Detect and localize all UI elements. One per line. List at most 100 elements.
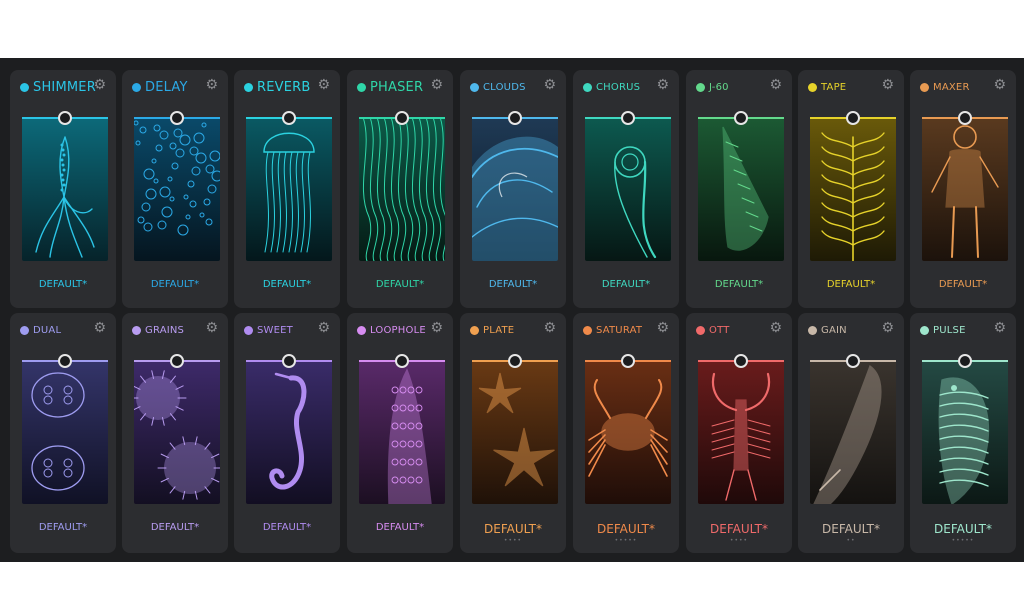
preset-name[interactable]: DEFAULT* bbox=[234, 522, 340, 533]
power-toggle[interactable] bbox=[20, 325, 29, 335]
seaweed-icon bbox=[810, 117, 896, 261]
preset-name[interactable]: DEFAULT* bbox=[122, 279, 228, 290]
preset-name[interactable]: DEFAULT* bbox=[460, 279, 566, 290]
power-toggle[interactable] bbox=[20, 82, 29, 92]
gear-icon[interactable]: ⚙ bbox=[881, 78, 894, 92]
gear-icon[interactable]: ⚙ bbox=[317, 321, 330, 335]
plugin-card-ott[interactable]: OTT ⚙ DEFAULT* •••• bbox=[686, 313, 792, 553]
mix-slider-knob[interactable] bbox=[170, 111, 184, 125]
mix-slider-knob[interactable] bbox=[958, 111, 972, 125]
plugin-card-reverb[interactable]: REVERB ⚙ DEFAULT* bbox=[234, 70, 340, 308]
preset-name[interactable]: DEFAULT* bbox=[347, 279, 453, 290]
gear-icon[interactable]: ⚙ bbox=[881, 321, 894, 335]
power-toggle[interactable] bbox=[357, 82, 366, 92]
plugin-header: DELAY bbox=[132, 79, 200, 95]
mix-slider-knob[interactable] bbox=[958, 354, 972, 368]
preset-name[interactable]: DEFAULT* bbox=[347, 522, 453, 533]
plugin-card-dual[interactable]: DUAL ⚙ DEFAULT* bbox=[10, 313, 116, 553]
mix-slider-knob[interactable] bbox=[508, 111, 522, 125]
plugin-card-tape[interactable]: TAPE ⚙ DEFAULT* bbox=[798, 70, 904, 308]
power-toggle[interactable] bbox=[132, 325, 141, 335]
preset-name[interactable]: DEFAULT* bbox=[910, 522, 1016, 536]
plugin-card-delay[interactable]: DELAY ⚙ DEFAULT* bbox=[122, 70, 228, 308]
plugin-card-pulse[interactable]: PULSE ⚙ DEFAULT* ••••• bbox=[910, 313, 1016, 553]
preset-name[interactable]: DEFAULT* bbox=[798, 522, 904, 536]
mix-slider-knob[interactable] bbox=[395, 111, 409, 125]
plugin-name: SATURAT bbox=[596, 324, 643, 336]
power-toggle[interactable] bbox=[470, 325, 479, 335]
gear-icon[interactable]: ⚙ bbox=[769, 78, 782, 92]
preset-name[interactable]: DEFAULT* bbox=[234, 279, 340, 290]
power-toggle[interactable] bbox=[808, 82, 817, 92]
plugin-card-clouds[interactable]: CLOUDS ⚙ DEFAULT* bbox=[460, 70, 566, 308]
gear-icon[interactable]: ⚙ bbox=[205, 78, 218, 92]
plugin-card-loophole[interactable]: LOOPHOLE ⚙ DEFAULT* bbox=[347, 313, 453, 553]
plugin-card-j60[interactable]: J-60 ⚙ DEFAULT* bbox=[686, 70, 792, 308]
preset-rating: ••••• bbox=[951, 537, 975, 544]
power-toggle[interactable] bbox=[244, 82, 253, 92]
mix-slider-knob[interactable] bbox=[846, 354, 860, 368]
gear-icon[interactable]: ⚙ bbox=[205, 321, 218, 335]
plugin-card-sweet[interactable]: SWEET ⚙ DEFAULT* bbox=[234, 313, 340, 553]
power-toggle[interactable] bbox=[244, 325, 253, 335]
gear-icon[interactable]: ⚙ bbox=[430, 321, 443, 335]
gear-icon[interactable]: ⚙ bbox=[543, 321, 556, 335]
gear-icon[interactable]: ⚙ bbox=[93, 321, 106, 335]
preset-name[interactable]: DEFAULT* bbox=[573, 279, 679, 290]
plugin-card-maxer[interactable]: MAXER ⚙ DEFAULT* bbox=[910, 70, 1016, 308]
preset-name[interactable]: DEFAULT* bbox=[10, 279, 116, 290]
plugin-header: REVERB bbox=[244, 79, 312, 95]
gear-icon[interactable]: ⚙ bbox=[993, 78, 1006, 92]
plugin-name: PLATE bbox=[483, 324, 515, 336]
power-toggle[interactable] bbox=[696, 325, 705, 335]
mix-slider-knob[interactable] bbox=[170, 354, 184, 368]
mix-slider-knob[interactable] bbox=[58, 111, 72, 125]
gear-icon[interactable]: ⚙ bbox=[93, 78, 106, 92]
mix-slider-knob[interactable] bbox=[734, 354, 748, 368]
gear-icon[interactable]: ⚙ bbox=[993, 321, 1006, 335]
plugin-card-saturat[interactable]: SATURAT ⚙ DEFAULT* ••••• bbox=[573, 313, 679, 553]
fish-icon bbox=[922, 360, 1008, 504]
preset-name[interactable]: DEFAULT* bbox=[460, 522, 566, 536]
plugin-header: MAXER bbox=[920, 79, 988, 95]
gear-icon[interactable]: ⚙ bbox=[430, 78, 443, 92]
power-toggle[interactable] bbox=[583, 325, 592, 335]
plugin-card-chorus[interactable]: CHORUS ⚙ DEFAULT* bbox=[573, 70, 679, 308]
plugin-card-grains[interactable]: GRAINS ⚙ DEFAULT* bbox=[122, 313, 228, 553]
preset-name[interactable]: DEFAULT* bbox=[798, 279, 904, 290]
preset-name[interactable]: DEFAULT* bbox=[573, 522, 679, 536]
mix-slider-knob[interactable] bbox=[395, 354, 409, 368]
mix-slider-knob[interactable] bbox=[58, 354, 72, 368]
gear-icon[interactable]: ⚙ bbox=[656, 321, 669, 335]
preset-name[interactable]: DEFAULT* bbox=[686, 279, 792, 290]
power-toggle[interactable] bbox=[357, 325, 366, 335]
preset-name[interactable]: DEFAULT* bbox=[910, 279, 1016, 290]
preset-name[interactable]: DEFAULT* bbox=[122, 522, 228, 533]
power-toggle[interactable] bbox=[470, 82, 479, 92]
mix-slider-knob[interactable] bbox=[282, 111, 296, 125]
power-toggle[interactable] bbox=[583, 82, 592, 92]
power-toggle[interactable] bbox=[808, 325, 817, 335]
power-toggle[interactable] bbox=[920, 82, 929, 92]
gear-icon[interactable]: ⚙ bbox=[317, 78, 330, 92]
plugin-card-plate[interactable]: PLATE ⚙ DEFAULT* •••• bbox=[460, 313, 566, 553]
mix-slider-knob[interactable] bbox=[734, 111, 748, 125]
plugin-card-gain[interactable]: GAIN ⚙ DEFAULT* •• bbox=[798, 313, 904, 553]
plugin-card-shimmer[interactable]: SHIMMER ⚙ DEFAULT* bbox=[10, 70, 116, 308]
gear-icon[interactable]: ⚙ bbox=[543, 78, 556, 92]
preset-name[interactable]: DEFAULT* bbox=[10, 522, 116, 533]
plugin-card-phaser[interactable]: PHASER ⚙ DEFAULT* bbox=[347, 70, 453, 308]
preset-name[interactable]: DEFAULT* bbox=[686, 522, 792, 536]
power-toggle[interactable] bbox=[920, 325, 929, 335]
mix-slider-knob[interactable] bbox=[282, 354, 296, 368]
power-toggle[interactable] bbox=[132, 82, 141, 92]
gear-icon[interactable]: ⚙ bbox=[769, 321, 782, 335]
mix-slider-knob[interactable] bbox=[621, 111, 635, 125]
plugin-name: LOOPHOLE bbox=[370, 324, 426, 336]
gear-icon[interactable]: ⚙ bbox=[656, 78, 669, 92]
mix-slider-knob[interactable] bbox=[621, 354, 635, 368]
mix-slider-knob[interactable] bbox=[846, 111, 860, 125]
mix-slider-knob[interactable] bbox=[508, 354, 522, 368]
diver-icon bbox=[922, 117, 1008, 261]
power-toggle[interactable] bbox=[696, 82, 705, 92]
